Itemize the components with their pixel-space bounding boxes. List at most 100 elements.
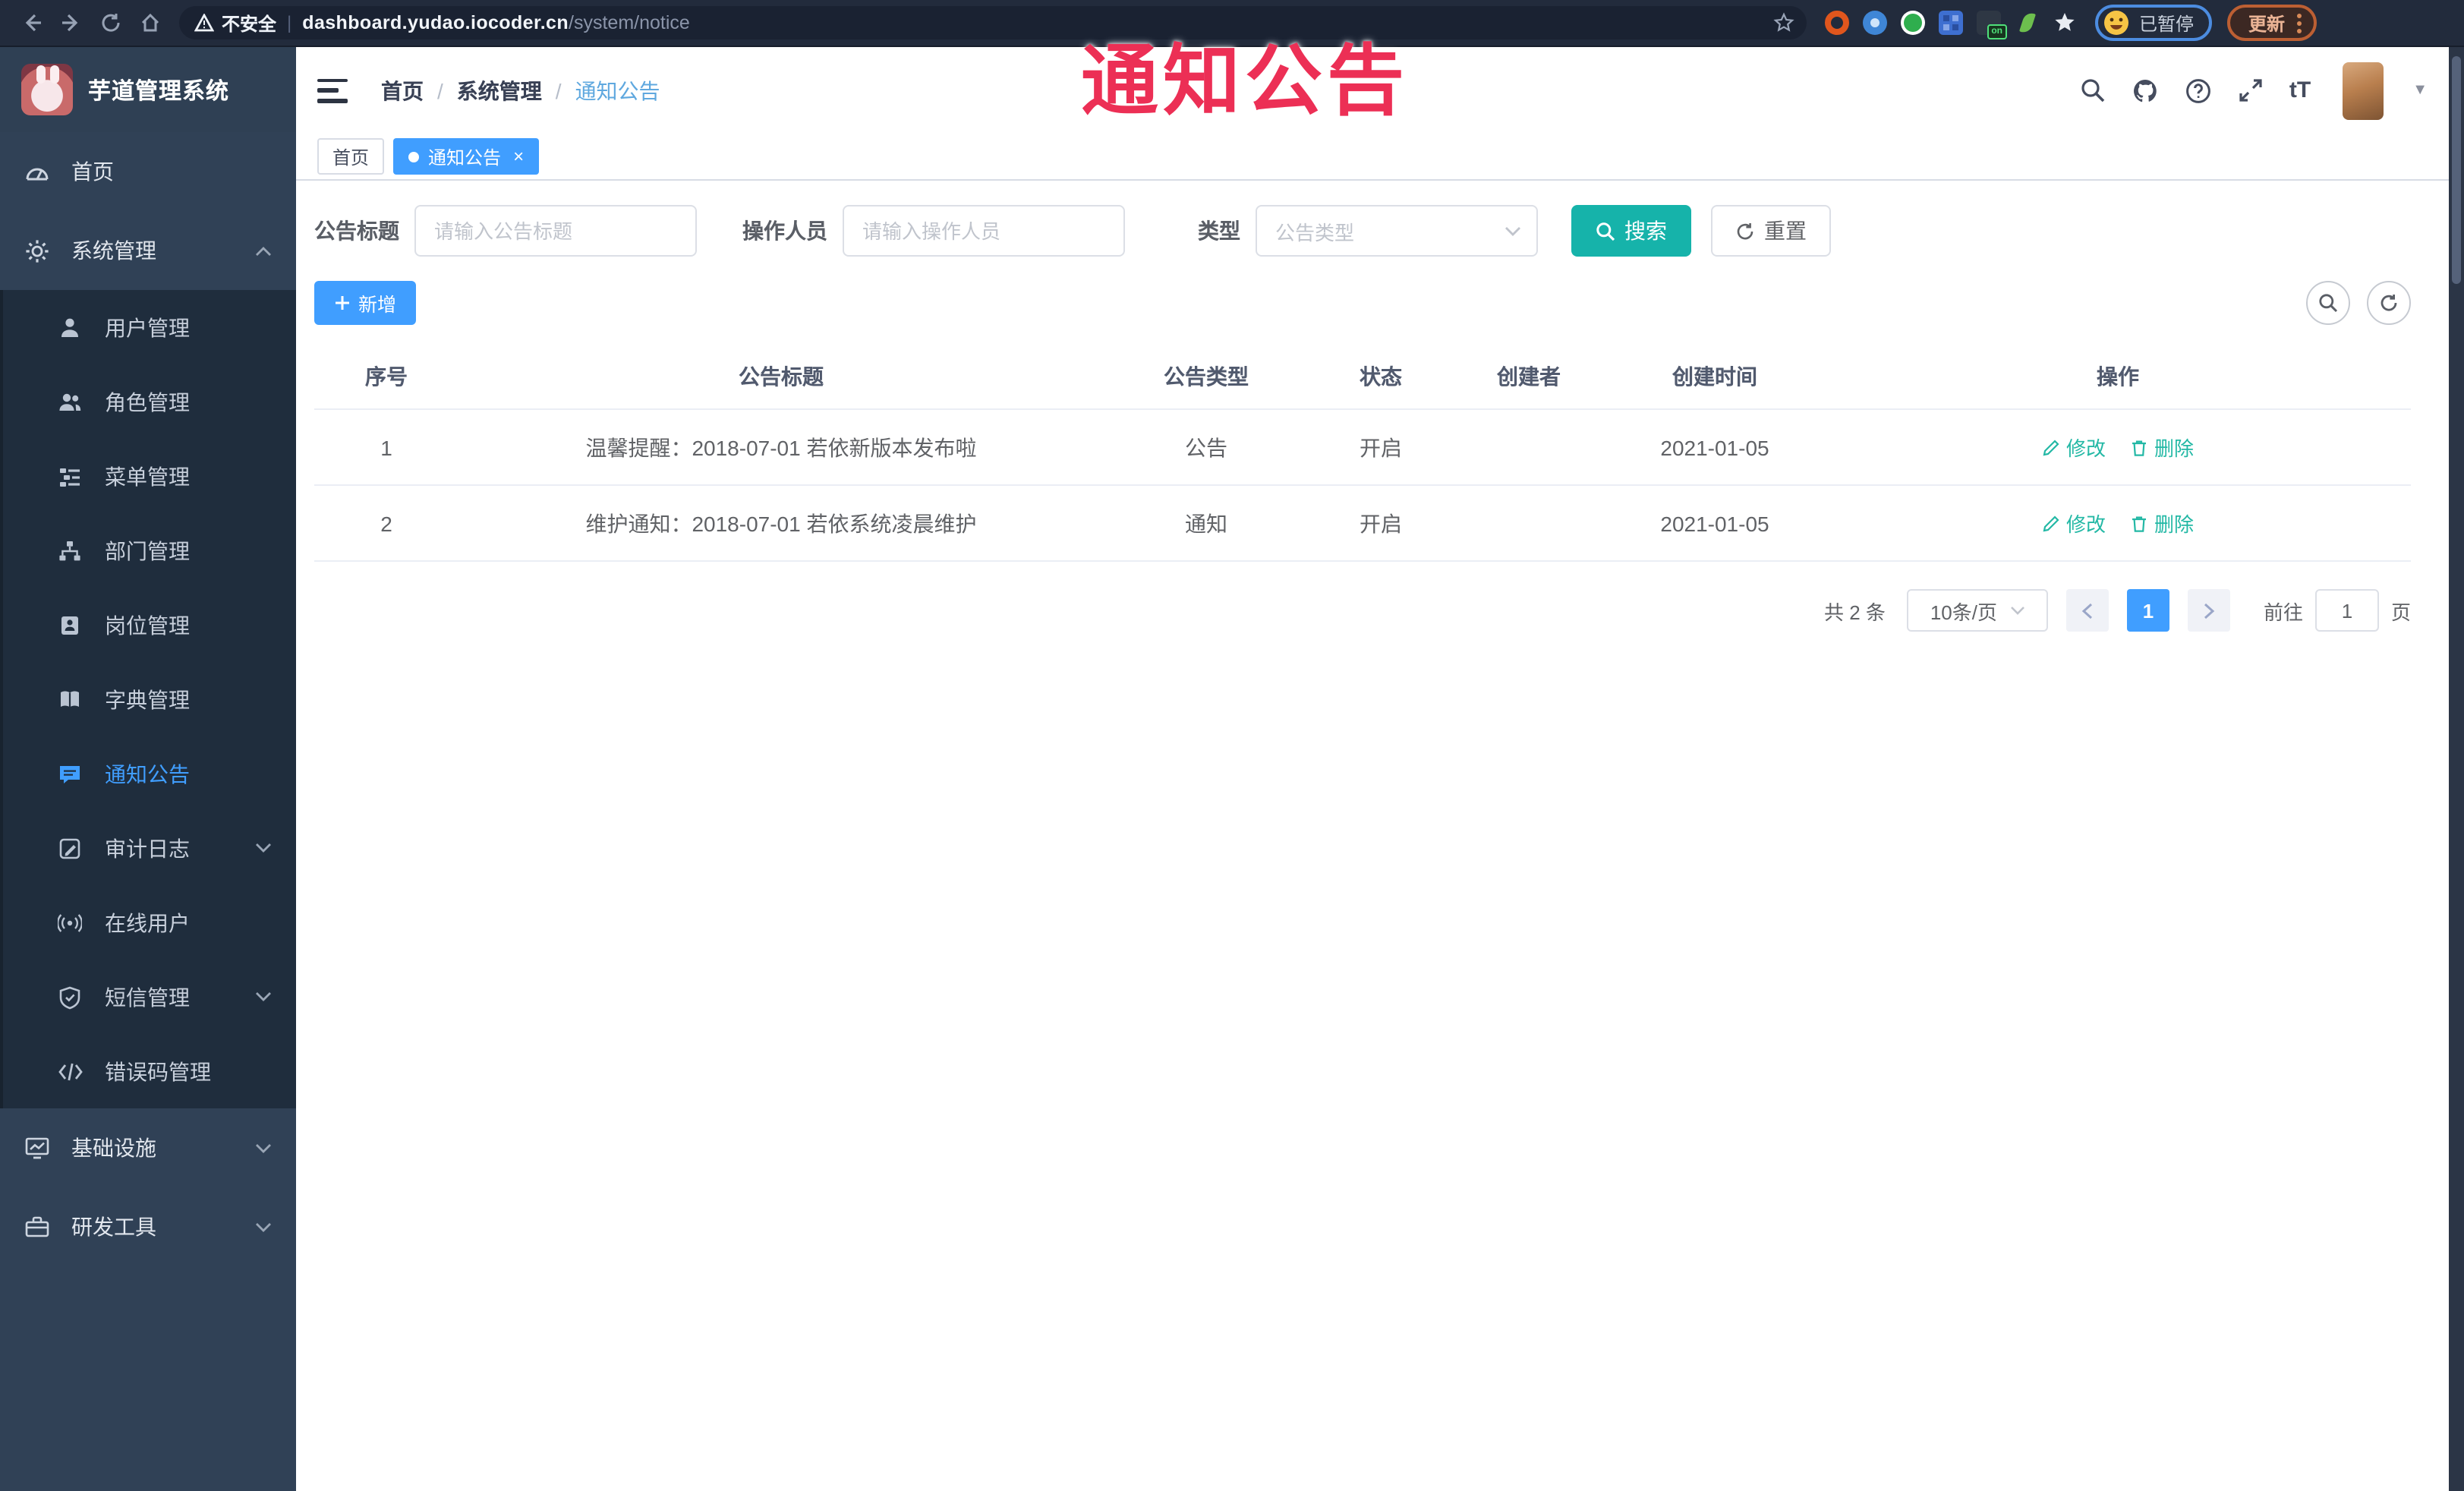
sidebar-submenu-system: 用户管理 角色管理 菜单管理 部门管理 岗位管理 字典管理 通知公告 审计日志 … [0,290,296,1108]
cell-type: 公告 [1185,435,1227,459]
sidebar-item-error-codes[interactable]: 错误码管理 [0,1034,296,1108]
help-icon[interactable] [2185,77,2212,104]
user-avatar[interactable] [2343,61,2384,119]
browser-profile-chip[interactable]: 已暂停 [2095,5,2213,41]
github-icon[interactable] [2132,77,2159,104]
notice-title-input[interactable] [414,205,697,257]
sidebar-item-menus[interactable]: 菜单管理 [0,439,296,513]
add-button[interactable]: 新增 [314,281,417,325]
pagination: 共 2 条 10条/页 1 前往 页 [314,589,2411,632]
back-icon[interactable] [12,3,52,43]
notice-type-select[interactable]: 公告类型 [1256,205,1538,257]
sidebar-collapse-icon[interactable] [317,78,348,102]
toggle-search-button[interactable] [2306,281,2350,325]
scrollbar[interactable] [2449,47,2464,1491]
sidebar-item-infrastructure[interactable]: 基础设施 [0,1108,296,1187]
breadcrumb-system[interactable]: 系统管理 [457,75,542,106]
url-divider: | [287,12,292,33]
delete-button[interactable]: 删除 [2130,509,2194,537]
sidebar-item-label: 基础设施 [71,1136,156,1160]
browser-menu-icon[interactable] [2297,13,2302,33]
breadcrumb-current: 通知公告 [575,78,660,102]
scrollbar-thumb[interactable] [2452,56,2461,284]
tab-home[interactable]: 首页 [317,138,385,175]
cell-title: 温馨提醒：2018-07-01 若依新版本发布啦 [585,435,977,459]
dashboard-icon [23,158,50,185]
page-number-1[interactable]: 1 [2126,589,2169,632]
avatar-caret-icon[interactable]: ▼ [2412,82,2428,99]
extension-sprout-icon[interactable] [2015,11,2039,35]
sidebar-item-posts[interactable]: 岗位管理 [0,588,296,662]
sidebar-item-label: 首页 [71,159,114,184]
warning-icon [194,14,214,32]
breadcrumb-separator: / [555,78,562,102]
search-icon[interactable] [2080,77,2106,103]
prev-page-button[interactable] [2065,589,2109,632]
sidebar-item-dict[interactable]: 字典管理 [0,662,296,736]
sidebar-item-users[interactable]: 用户管理 [0,290,296,364]
sidebar-item-home[interactable]: 首页 [0,132,296,211]
sidebar-item-notice[interactable]: 通知公告 [0,736,296,811]
sidebar-item-dev-tools[interactable]: 研发工具 [0,1187,296,1266]
screen: 不安全 | dashboard.yudao.iocoder.cn/system/… [0,0,2464,1491]
sidebar-item-depts[interactable]: 部门管理 [0,513,296,588]
app-logo[interactable]: 芋道管理系统 [0,47,296,132]
goto-page-input[interactable] [2314,589,2379,632]
refresh-icon[interactable] [91,3,131,43]
sidebar-item-label: 字典管理 [105,687,190,711]
extension-on-badge: on [1987,24,2007,39]
tab-notice[interactable]: 通知公告 × [393,138,540,175]
browser-update-button[interactable]: 更新 [2227,5,2317,41]
cell-title: 维护通知：2018-07-01 若依系统凌晨维护 [585,511,977,535]
table-row[interactable]: 1 温馨提醒：2018-07-01 若依新版本发布啦 公告 开启 2021-01… [314,410,2411,486]
column-header: 创建时间 [1672,364,1757,388]
table-row[interactable]: 2 维护通知：2018-07-01 若依系统凌晨维护 通知 开启 2021-01… [314,486,2411,562]
page-size-value: 10条/页 [1930,600,1997,623]
toolbox-icon [23,1213,50,1240]
reset-button[interactable]: 重置 [1711,205,1831,257]
bookmark-star-icon[interactable] [1773,12,1794,33]
fullscreen-icon[interactable] [2238,77,2264,103]
close-icon[interactable]: × [513,147,524,165]
url-bar[interactable]: 不安全 | dashboard.yudao.iocoder.cn/system/… [179,6,1807,39]
add-button-label: 新增 [358,295,397,316]
active-tab-dot [408,151,420,162]
delete-button[interactable]: 删除 [2130,433,2194,462]
refresh-table-button[interactable] [2367,281,2411,325]
extension-orange-icon[interactable] [1825,11,1849,35]
font-size-icon[interactable]: tT [2289,77,2311,103]
extension-green-ring-icon[interactable] [1901,11,1925,35]
extension-proxy-icon[interactable]: on [1977,11,2007,39]
search-button[interactable]: 搜索 [1571,205,1691,257]
sidebar-item-label: 审计日志 [105,836,190,860]
sidebar-item-audit-log[interactable]: 审计日志 [0,811,296,885]
plus-icon [336,296,349,310]
edit-button[interactable]: 修改 [2042,433,2106,462]
sidebar-item-online-users[interactable]: 在线用户 [0,885,296,960]
page-size-select[interactable]: 10条/页 [1906,589,2048,632]
post-badge-icon [56,611,83,638]
url-host: dashboard.yudao.iocoder.cn [302,12,569,33]
shield-icon [56,983,83,1010]
sidebar-item-label: 菜单管理 [105,464,190,488]
forward-icon[interactable] [52,3,91,43]
extension-grid-icon[interactable] [1939,11,1963,35]
operator-input[interactable] [843,205,1125,257]
edit-button[interactable]: 修改 [2042,509,2106,537]
monitor-chart-icon [23,1134,50,1162]
tree-table-icon [56,462,83,490]
online-icon [56,909,83,936]
sidebar-item-system[interactable]: 系统管理 [0,211,296,290]
chevron-down-icon [1505,225,1521,236]
next-page-button[interactable] [2187,589,2230,632]
extension-star-icon[interactable] [2053,11,2077,35]
edit-pencil-icon [2043,515,2059,531]
sidebar-item-sms[interactable]: 短信管理 [0,960,296,1034]
sidebar-item-roles[interactable]: 角色管理 [0,364,296,439]
extension-blue-drop-icon[interactable] [1863,11,1887,35]
security-warning[interactable]: 不安全 [194,10,276,36]
breadcrumb-home[interactable]: 首页 [381,75,424,106]
cell-status: 开启 [1360,435,1402,459]
home-icon[interactable] [131,3,170,43]
pagination-total: 共 2 条 [1824,600,1886,623]
